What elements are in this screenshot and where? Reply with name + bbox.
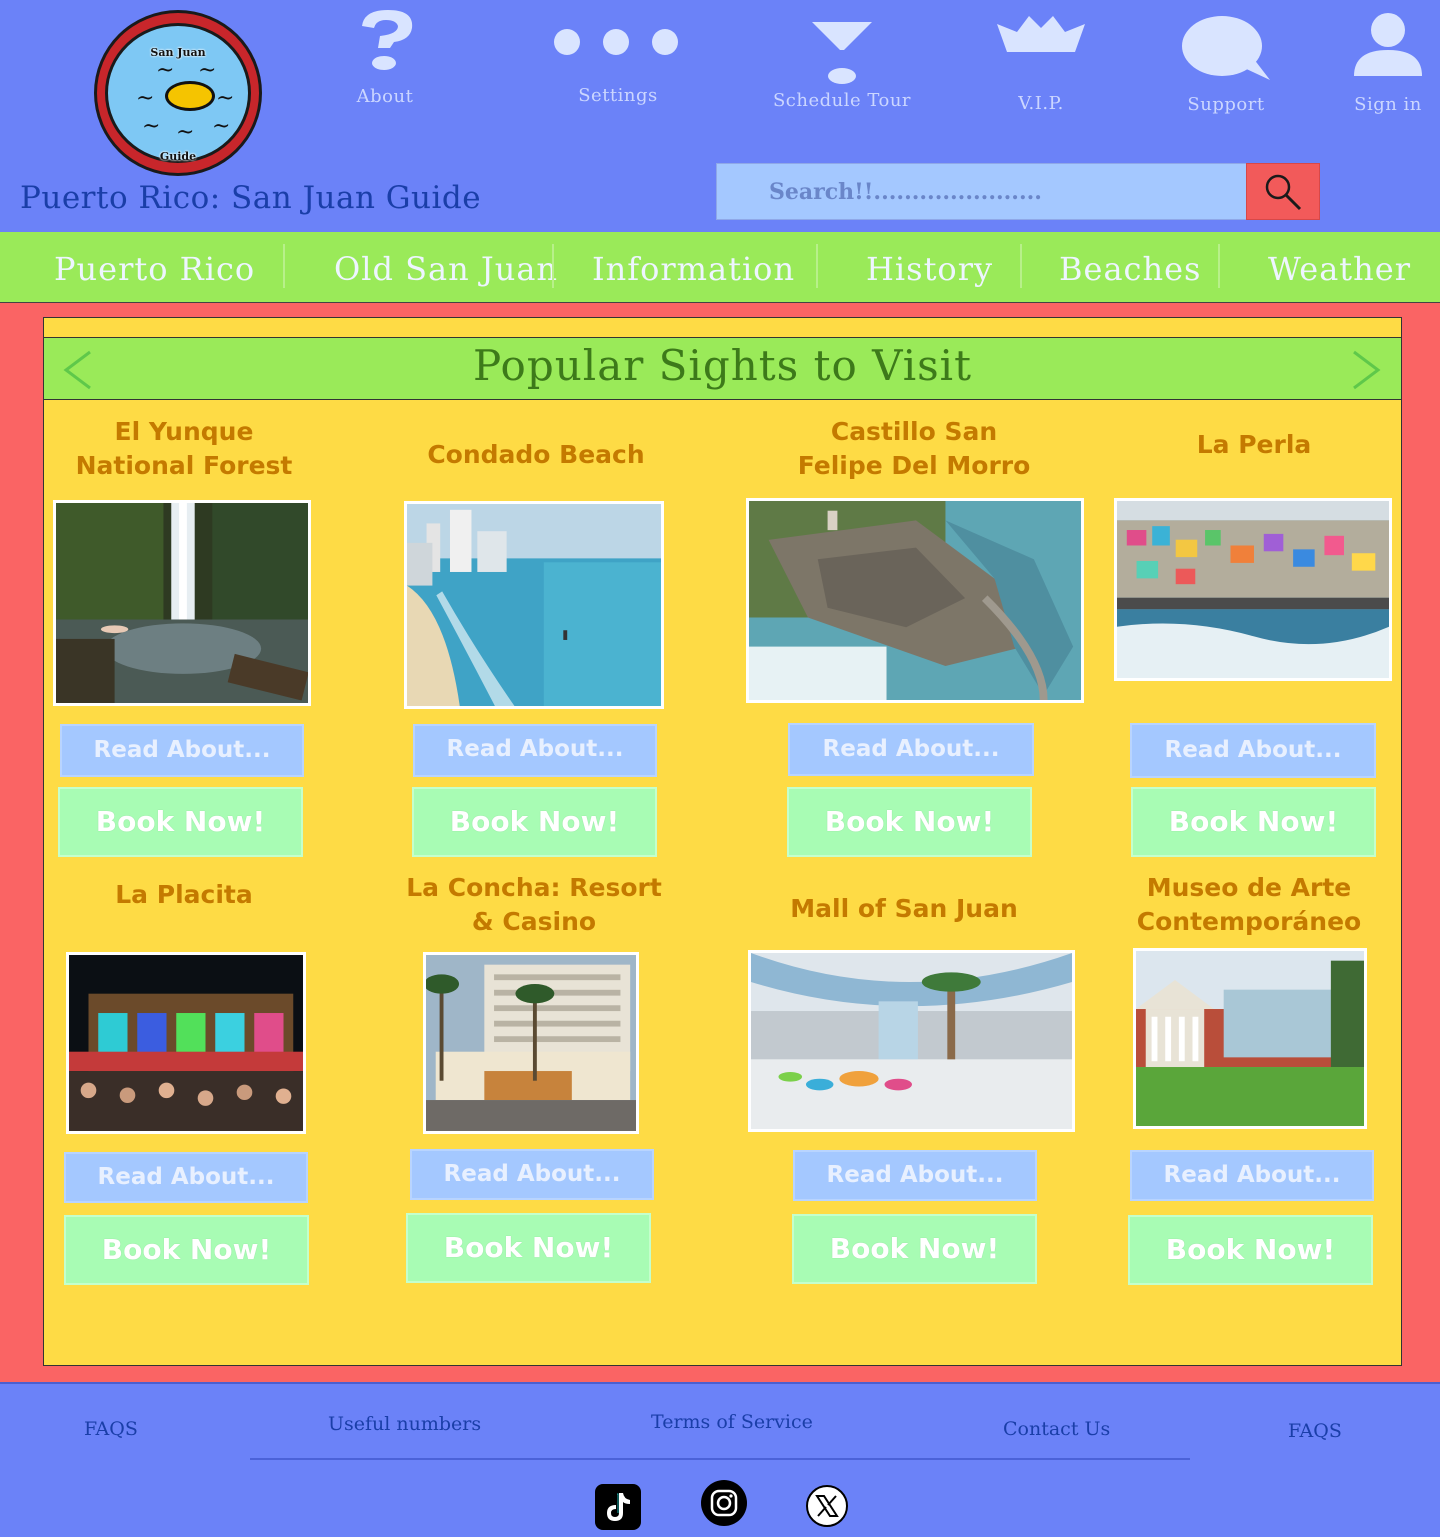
- logo-inner: San Juan ~ ~ ~ ~ ~ ~ ~ Guide: [105, 23, 251, 163]
- book-now-button[interactable]: Book Now!: [1131, 787, 1376, 857]
- sight-image-la-perla[interactable]: [1114, 498, 1392, 681]
- vip-nav-item[interactable]: V.I.P.: [966, 0, 1116, 130]
- nav-divider: [816, 244, 818, 288]
- read-about-button[interactable]: Read About...: [793, 1150, 1037, 1201]
- nav-divider: [1218, 244, 1220, 288]
- nav-divider: [1020, 244, 1022, 288]
- read-about-button[interactable]: Read About...: [64, 1152, 308, 1203]
- header: San Juan ~ ~ ~ ~ ~ ~ ~ Guide Puerto Rico…: [0, 0, 1440, 232]
- tiktok-icon[interactable]: [595, 1484, 641, 1530]
- sight-title-el-yunque: El Yunque National Forest: [75, 417, 293, 480]
- speech-bubble-icon: [1151, 14, 1301, 82]
- nav-weather[interactable]: Weather: [1268, 232, 1411, 302]
- site-title: Puerto Rico: San Juan Guide: [20, 180, 482, 216]
- book-now-button[interactable]: Book Now!: [412, 787, 657, 857]
- read-about-button[interactable]: Read About...: [410, 1149, 654, 1200]
- sight-title-condado-beach: Condado Beach: [427, 440, 645, 469]
- book-now-button[interactable]: Book Now!: [406, 1213, 651, 1283]
- sight-title-la-placita: La Placita: [115, 880, 253, 909]
- sight-title-mall-of-san-juan: Mall of San Juan: [790, 894, 1018, 923]
- sight-image-la-placita[interactable]: [66, 952, 306, 1134]
- nav-old-san-juan[interactable]: Old San Juan: [334, 232, 558, 302]
- settings-nav-item[interactable]: Settings: [543, 0, 693, 130]
- content-area: Popular Sights to Visit El Yunque Nation…: [0, 302, 1440, 1382]
- read-about-button[interactable]: Read About...: [1130, 1150, 1374, 1201]
- sight-image-castillo-san-felipe-del-morro[interactable]: [746, 498, 1084, 703]
- nav-divider: [552, 244, 554, 288]
- sight-image-condado-beach[interactable]: [404, 501, 664, 709]
- book-now-button[interactable]: Book Now!: [1128, 1215, 1373, 1285]
- sight-title-la-concha-resort-casino: La Concha: Resort & Casino: [406, 873, 662, 936]
- search-icon: [1265, 174, 1302, 210]
- book-now-button[interactable]: Book Now!: [792, 1214, 1037, 1284]
- footer-faqs-link-2[interactable]: FAQS: [1288, 1420, 1342, 1442]
- sight-image-museo-de-arte-contemporaneo[interactable]: [1133, 948, 1367, 1129]
- footer-contact-us-link[interactable]: Contact Us: [1003, 1418, 1110, 1440]
- nav-divider: [283, 244, 285, 288]
- footer: FAQS Useful numbers Terms of Service Con…: [0, 1382, 1440, 1537]
- sign-in-label: Sign in: [1354, 94, 1422, 115]
- main-nav: Puerto Rico Old San Juan Information His…: [0, 232, 1440, 302]
- read-about-button[interactable]: Read About...: [788, 723, 1034, 776]
- funnel-icon: [767, 20, 917, 86]
- schedule-tour-label: Schedule Tour: [772, 90, 912, 111]
- sign-in-nav-item[interactable]: Sign in: [1313, 0, 1440, 130]
- nav-beaches[interactable]: Beaches: [1059, 232, 1201, 302]
- sun-icon: [165, 81, 215, 111]
- nav-puerto-rico[interactable]: Puerto Rico: [54, 232, 255, 302]
- sight-image-la-concha-resort-casino[interactable]: [423, 952, 639, 1134]
- footer-divider: [250, 1458, 1190, 1460]
- sights-panel: Popular Sights to Visit El Yunque Nation…: [43, 317, 1402, 1366]
- crown-icon: [966, 14, 1116, 54]
- search-input[interactable]: [716, 163, 1248, 220]
- x-icon[interactable]: [806, 1485, 848, 1527]
- sight-title-castillo-san-felipe-del-morro: Castillo San Felipe Del Morro: [797, 417, 1031, 480]
- read-about-button[interactable]: Read About...: [60, 724, 304, 777]
- search-button[interactable]: [1246, 163, 1320, 220]
- user-icon: [1313, 12, 1440, 78]
- schedule-tour-nav-item[interactable]: Schedule Tour: [767, 0, 917, 130]
- logo-bottom-text: Guide: [159, 150, 197, 163]
- question-mark-icon: [310, 8, 460, 72]
- about-label: About: [356, 86, 414, 107]
- panel-top-strip: [44, 318, 1401, 338]
- vip-label: V.I.P.: [1018, 93, 1064, 114]
- book-now-button[interactable]: Book Now!: [58, 787, 303, 857]
- footer-faqs-link[interactable]: FAQS: [84, 1418, 138, 1440]
- sight-title-la-perla: La Perla: [1196, 430, 1312, 459]
- instagram-icon[interactable]: [701, 1480, 747, 1526]
- nav-history[interactable]: History: [866, 232, 993, 302]
- footer-useful-numbers-link[interactable]: Useful numbers: [328, 1413, 481, 1435]
- about-nav-item[interactable]: About: [310, 0, 460, 130]
- site-logo[interactable]: San Juan ~ ~ ~ ~ ~ ~ ~ Guide: [94, 10, 262, 176]
- sight-image-mall-of-san-juan[interactable]: [748, 950, 1075, 1132]
- book-now-button[interactable]: Book Now!: [64, 1215, 309, 1285]
- more-dots-icon: [543, 28, 693, 56]
- sight-title-museo-de-arte-contemporaneo: Museo de Arte Contemporáneo: [1136, 873, 1362, 936]
- support-nav-item[interactable]: Support: [1151, 0, 1301, 130]
- carousel-header: Popular Sights to Visit: [44, 338, 1401, 400]
- read-about-button[interactable]: Read About...: [1130, 723, 1376, 778]
- sight-image-el-yunque[interactable]: [53, 500, 311, 706]
- carousel-title: Popular Sights to Visit: [472, 341, 972, 390]
- logo-top-text: San Juan: [150, 46, 206, 59]
- chevron-right-icon[interactable]: [1350, 350, 1382, 394]
- settings-label: Settings: [578, 85, 658, 106]
- nav-information[interactable]: Information: [592, 232, 795, 302]
- read-about-button[interactable]: Read About...: [413, 724, 657, 777]
- support-label: Support: [1187, 94, 1265, 115]
- footer-terms-of-service-link[interactable]: Terms of Service: [651, 1411, 813, 1433]
- book-now-button[interactable]: Book Now!: [787, 787, 1032, 857]
